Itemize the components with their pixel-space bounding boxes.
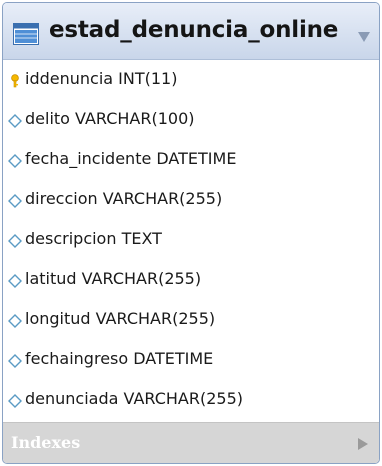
column-diamond-icon [8,153,22,168]
table-header[interactable]: estad_denuncia_online [3,3,379,60]
column-label: iddenuncia INT(11) [25,69,178,88]
column-label: direccion VARCHAR(255) [25,189,223,208]
column-row[interactable]: descripcion TEXT [3,220,379,260]
column-row[interactable]: latitud VARCHAR(255) [3,260,379,300]
column-row[interactable]: fecha_incidente DATETIME [3,140,379,180]
column-diamond-icon [8,313,22,328]
column-label: fechaingreso DATETIME [25,349,214,368]
column-row[interactable]: delito VARCHAR(100) [3,100,379,140]
column-label: delito VARCHAR(100) [25,109,195,128]
column-diamond-icon [8,193,22,208]
column-label: denunciada VARCHAR(255) [25,389,243,408]
column-row[interactable]: longitud VARCHAR(255) [3,300,379,340]
column-row[interactable]: fechaingreso DATETIME [3,340,379,380]
column-diamond-icon [8,273,22,288]
column-label: descripcion TEXT [25,229,162,248]
column-row[interactable]: iddenuncia INT(11) [3,60,379,100]
column-diamond-icon [8,353,22,368]
column-diamond-icon [8,233,22,248]
indexes-section[interactable]: Indexes [3,422,379,463]
column-diamond-icon [8,113,22,128]
table-icon [13,23,39,45]
indexes-label: Indexes [11,433,81,452]
expand-arrow-icon[interactable] [357,436,369,450]
column-row[interactable]: denunciada VARCHAR(255) [3,380,379,420]
column-label: longitud VARCHAR(255) [25,309,216,328]
table-card[interactable]: estad_denuncia_online iddenuncia INT(11) [2,2,380,464]
column-row[interactable]: direccion VARCHAR(255) [3,180,379,220]
column-label: fecha_incidente DATETIME [25,149,237,168]
column-list: iddenuncia INT(11) delito VARCHAR(100) f… [3,60,379,422]
table-title: estad_denuncia_online [49,17,339,43]
collapse-arrow-icon[interactable] [357,28,371,42]
column-diamond-icon [8,393,22,408]
primary-key-icon [8,73,22,88]
column-label: latitud VARCHAR(255) [25,269,202,288]
